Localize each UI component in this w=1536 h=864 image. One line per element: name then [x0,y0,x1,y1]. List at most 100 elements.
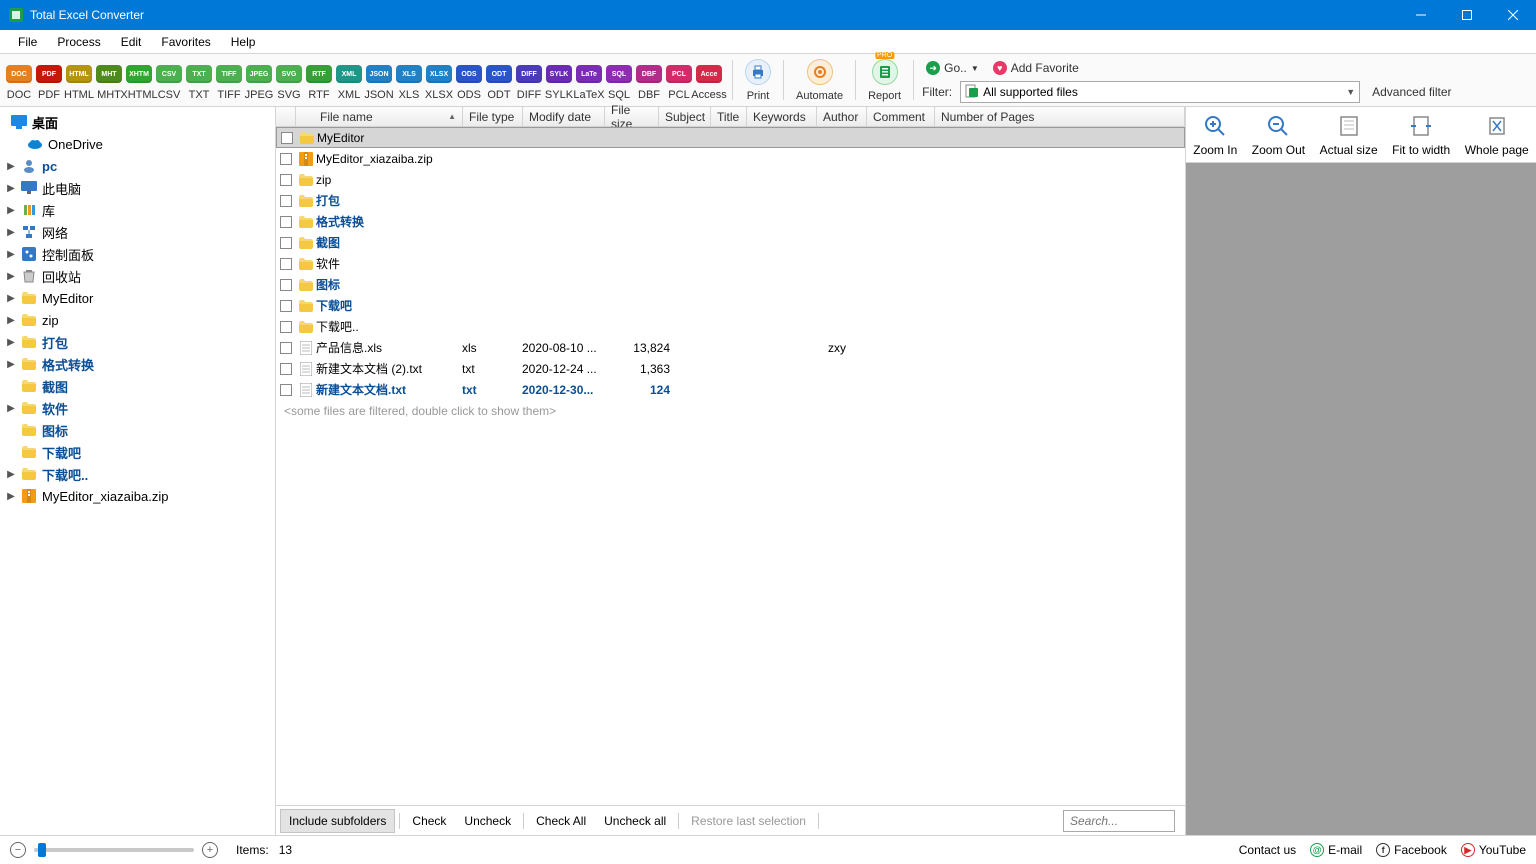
row-checkbox[interactable] [276,342,296,354]
maximize-button[interactable] [1444,0,1490,30]
file-row[interactable]: 下载吧.. [276,316,1185,337]
format-xhtml[interactable]: XHTMXHTML [124,63,154,101]
advanced-filter-link[interactable]: Advanced filter [1372,85,1451,99]
file-row[interactable]: 格式转换 [276,211,1185,232]
file-row[interactable]: 产品信息.xls xls 2020-08-10 ... 13,824 zxy [276,337,1185,358]
tree-root[interactable]: 桌面 [0,111,275,133]
file-list-header[interactable]: File name▲ File type Modify date File si… [276,107,1185,127]
format-pcl[interactable]: PCLPCL [664,63,694,101]
format-xls[interactable]: XLSXLS [394,63,424,101]
search-input[interactable] [1063,810,1175,832]
expand-arrow-icon[interactable]: ▶ [6,315,16,326]
menu-help[interactable]: Help [221,32,266,52]
print-button[interactable]: Print [737,54,779,106]
expand-arrow-icon[interactable]: ▶ [6,403,16,414]
folder-tree[interactable]: 桌面 OneDrive▶pc▶此电脑▶库▶网络▶控制面板▶回收站▶MyEdito… [0,107,276,835]
zoom-control[interactable]: − + [10,842,218,858]
file-row[interactable]: MyEditor_xiazaiba.zip [276,148,1185,169]
tree-item[interactable]: ▶软件 [0,397,275,419]
expand-arrow-icon[interactable]: ▶ [6,469,16,480]
menu-edit[interactable]: Edit [111,32,152,52]
tree-item[interactable]: ▶下载吧.. [0,463,275,485]
format-sql[interactable]: SQLSQL [604,63,634,101]
format-xlsx[interactable]: XLSXXLSX [424,63,454,101]
row-checkbox[interactable] [276,384,296,396]
expand-arrow-icon[interactable]: ▶ [6,293,16,304]
row-checkbox[interactable] [276,300,296,312]
menu-process[interactable]: Process [47,32,110,52]
tree-item[interactable]: ▶打包 [0,331,275,353]
format-diff[interactable]: DIFFDIFF [514,63,544,101]
tree-item[interactable]: ▶MyEditor_xiazaiba.zip [0,485,275,507]
tree-item[interactable]: 图标 [0,419,275,441]
format-doc[interactable]: DOCDOC [4,63,34,101]
format-dbf[interactable]: DBFDBF [634,63,664,101]
youtube-link[interactable]: ▶YouTube [1461,843,1526,857]
go-button[interactable]: ➜ Go.. ▼ [922,60,983,76]
expand-arrow-icon[interactable]: ▶ [6,491,16,502]
add-favorite-button[interactable]: ♥ Add Favorite [989,60,1083,76]
check-button[interactable]: Check [404,810,454,832]
tree-item[interactable]: ▶控制面板 [0,243,275,265]
menu-file[interactable]: File [8,32,47,52]
expand-arrow-icon[interactable]: ▶ [6,183,16,194]
preview-zoom-in[interactable]: Zoom In [1193,113,1237,157]
file-row[interactable]: 下载吧 [276,295,1185,316]
file-row[interactable]: 新建文本文档.txt txt 2020-12-30... 124 [276,379,1185,400]
format-svg[interactable]: SVGSVG [274,63,304,101]
format-xml[interactable]: XMLXML [334,63,364,101]
preview-fit-to-width[interactable]: Fit to width [1392,113,1450,157]
row-checkbox[interactable] [276,174,296,186]
format-tiff[interactable]: TIFFTIFF [214,63,244,101]
tree-item[interactable]: 截图 [0,375,275,397]
report-button[interactable]: Report [860,54,909,106]
file-row[interactable]: 打包 [276,190,1185,211]
tree-item[interactable]: ▶此电脑 [0,177,275,199]
tree-item[interactable]: ▶库 [0,199,275,221]
format-csv[interactable]: CSVCSV [154,63,184,101]
expand-arrow-icon[interactable]: ▶ [6,161,16,172]
tree-item[interactable]: ▶zip [0,309,275,331]
preview-whole-page[interactable]: Whole page [1465,113,1529,157]
include-subfolders-button[interactable]: Include subfolders [280,809,395,833]
expand-arrow-icon[interactable]: ▶ [6,337,16,348]
row-checkbox[interactable] [276,279,296,291]
email-link[interactable]: @E-mail [1310,843,1362,857]
tree-item[interactable]: ▶格式转换 [0,353,275,375]
close-button[interactable] [1490,0,1536,30]
format-json[interactable]: JSONJSON [364,63,394,101]
tree-item[interactable]: ▶pc [0,155,275,177]
format-odt[interactable]: ODTODT [484,63,514,101]
expand-arrow-icon[interactable]: ▶ [6,271,16,282]
filter-dropdown[interactable]: All supported files ▼ [960,81,1360,103]
tree-item[interactable]: OneDrive [0,133,275,155]
format-rtf[interactable]: RTFRTF [304,63,334,101]
format-txt[interactable]: TXTTXT [184,63,214,101]
format-sylk[interactable]: SYLKSYLK [544,63,574,101]
row-checkbox[interactable] [276,216,296,228]
tree-item[interactable]: ▶MyEditor [0,287,275,309]
facebook-link[interactable]: fFacebook [1376,843,1447,857]
check-all-button[interactable]: Check All [528,810,594,832]
automate-button[interactable]: Automate [788,54,851,106]
contact-us-link[interactable]: Contact us [1239,843,1296,857]
menu-favorites[interactable]: Favorites [151,32,220,52]
uncheck-button[interactable]: Uncheck [456,810,519,832]
expand-arrow-icon[interactable]: ▶ [6,205,16,216]
row-checkbox[interactable] [276,258,296,270]
row-checkbox[interactable] [276,195,296,207]
file-row[interactable]: 软件 [276,253,1185,274]
format-html[interactable]: HTMLHTML [64,63,94,101]
filtered-note[interactable]: <some files are filtered, double click t… [276,400,1185,422]
zoom-in-button[interactable]: + [202,842,218,858]
format-jpeg[interactable]: JPEGJPEG [244,63,274,101]
restore-selection-button[interactable]: Restore last selection [683,810,814,832]
preview-zoom-out[interactable]: Zoom Out [1252,113,1305,157]
file-row[interactable]: zip [276,169,1185,190]
tree-item[interactable]: 下载吧 [0,441,275,463]
file-row[interactable]: MyEditor [276,127,1185,148]
uncheck-all-button[interactable]: Uncheck all [596,810,674,832]
tree-item[interactable]: ▶回收站 [0,265,275,287]
format-latex[interactable]: LaTeLaTeX [574,63,604,101]
zoom-slider[interactable] [34,848,194,852]
